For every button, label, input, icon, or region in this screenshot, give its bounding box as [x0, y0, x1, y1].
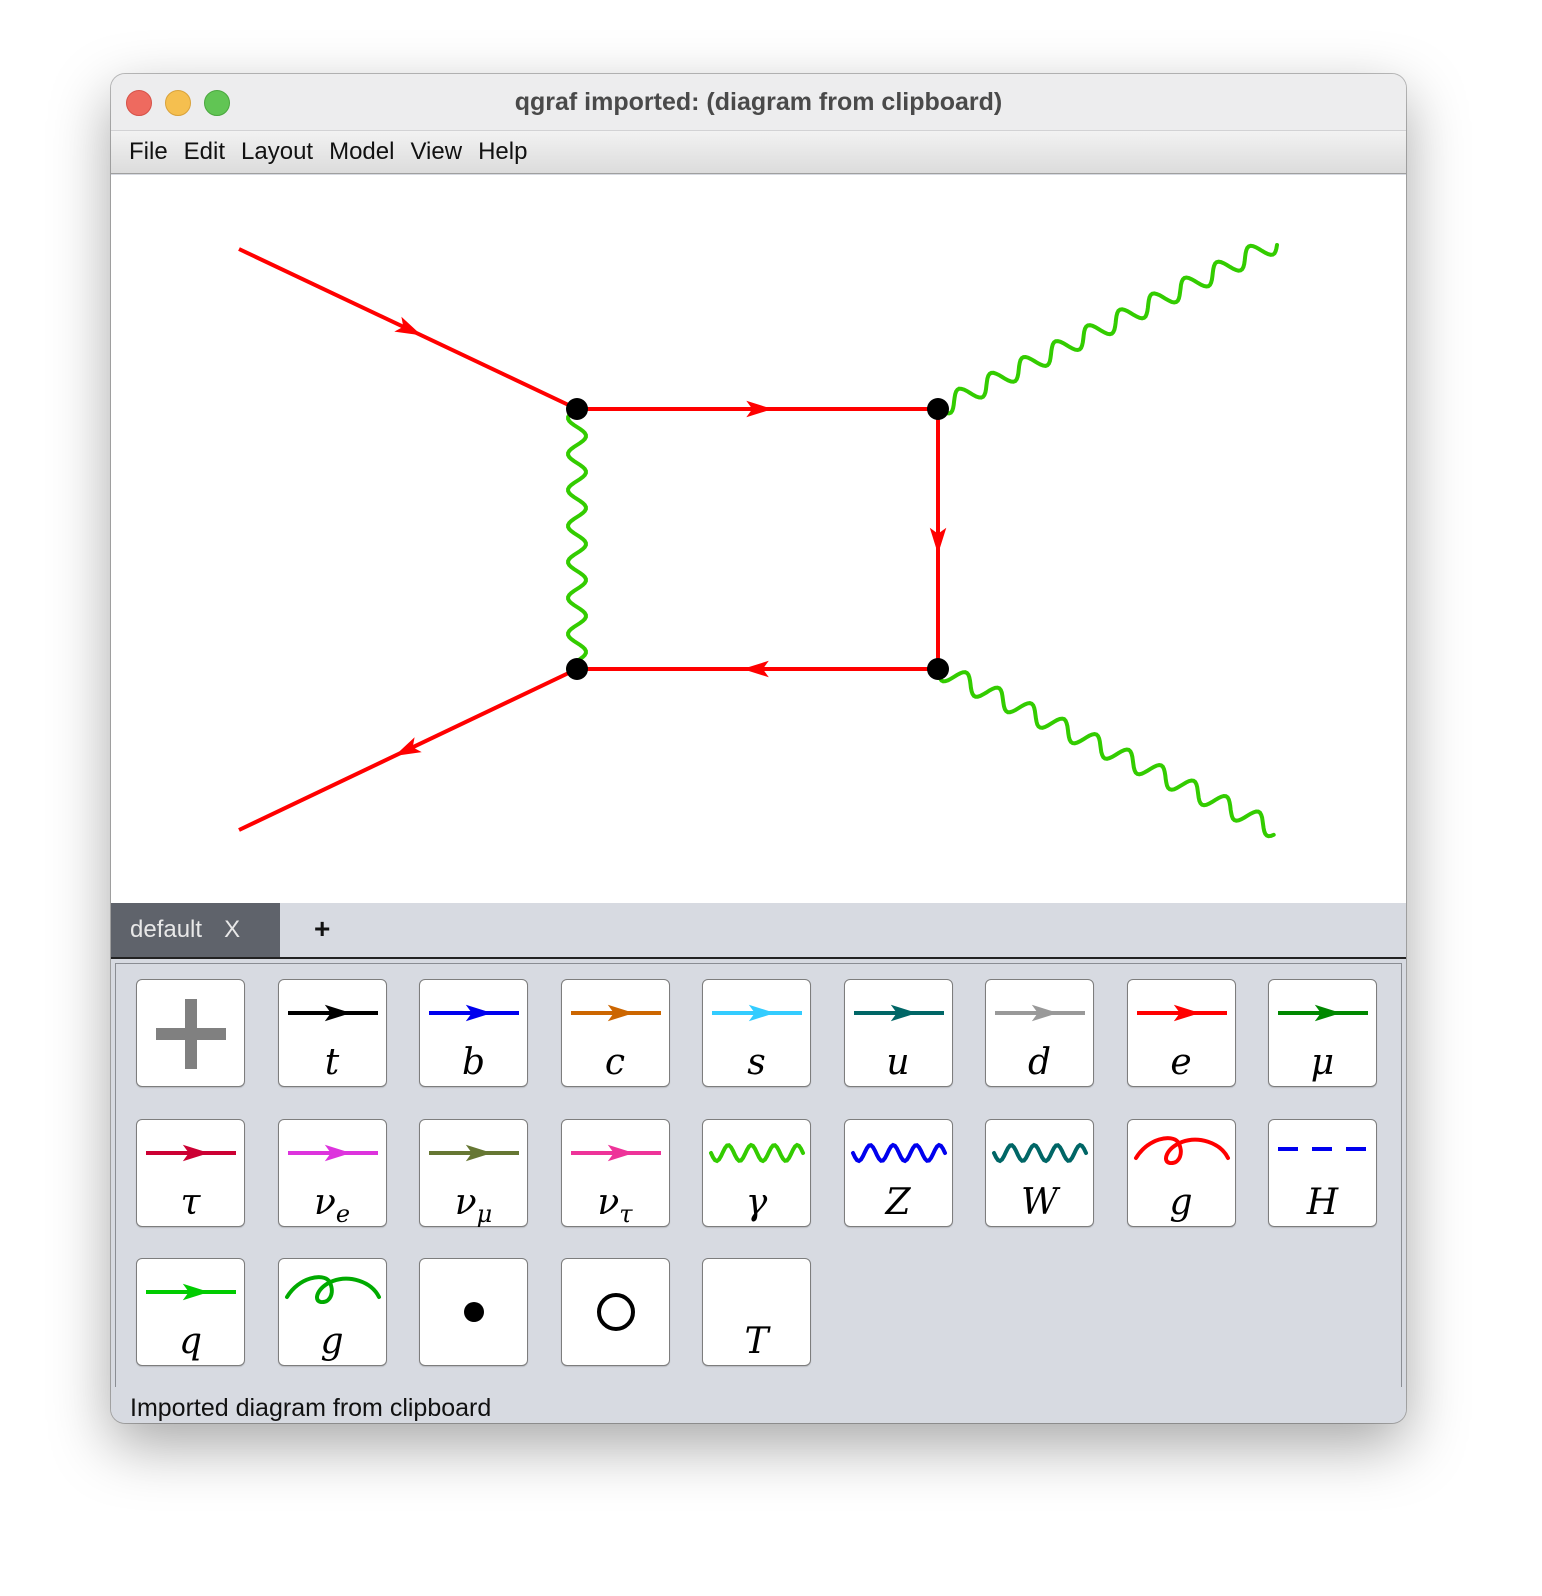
plus-vertical — [185, 999, 197, 1069]
title-bar[interactable]: qgraf imported: (diagram from clipboard) — [111, 74, 1406, 131]
palette-nu_tau-button[interactable]: ντ — [560, 1118, 670, 1228]
palette-gamma-button[interactable]: γ — [702, 1118, 811, 1227]
gluon-stroke — [284, 1275, 381, 1304]
palette-g1-label: g — [1169, 1181, 1193, 1223]
palette-H-label: H — [1306, 1181, 1339, 1223]
palette-Z-button[interactable]: Z — [843, 1118, 953, 1227]
palette-tau-button[interactable]: τ — [136, 1118, 245, 1227]
vertex-2 — [927, 398, 949, 420]
palette-tau-label: τ — [180, 1181, 201, 1223]
palette-c-button[interactable]: c — [560, 979, 670, 1087]
palette-W-label: W — [1020, 1181, 1058, 1223]
wave-stroke — [709, 1142, 805, 1163]
palette-u-button[interactable]: u — [843, 979, 953, 1087]
tab-close-button[interactable]: X — [224, 916, 240, 944]
palette-W-button[interactable]: W — [985, 1118, 1094, 1227]
menu-layout[interactable]: Layout — [241, 138, 313, 166]
palette-t-button[interactable]: t — [277, 979, 387, 1087]
diagram-canvas[interactable] — [111, 175, 1406, 903]
menu-help[interactable]: Help — [478, 138, 527, 166]
palette-b-button[interactable]: b — [419, 979, 528, 1087]
palette-circle-button[interactable] — [560, 1258, 670, 1366]
plus-icon — [156, 999, 226, 1069]
palette-nu_e-label: νe — [313, 1181, 351, 1228]
palette-add-button[interactable] — [136, 979, 245, 1087]
status-bar: Imported diagram from clipboard — [111, 1387, 1406, 1423]
palette-q-label: q — [178, 1321, 203, 1362]
palette-H-button[interactable]: H — [1268, 1118, 1377, 1227]
add-tab-button[interactable]: + — [314, 913, 330, 945]
palette-e-button[interactable]: e — [1126, 979, 1236, 1087]
menu-edit[interactable]: Edit — [184, 138, 225, 166]
app-window: qgraf imported: (diagram from clipboard)… — [111, 74, 1406, 1423]
palette-gamma-label: γ — [745, 1181, 768, 1223]
menu-model[interactable]: Model — [329, 138, 394, 166]
photon-internal — [566, 407, 588, 671]
vertex-3 — [927, 658, 949, 680]
palette-nu_mu-button[interactable]: νμ — [419, 1118, 528, 1228]
menu-view[interactable]: View — [410, 138, 462, 166]
palette-d-label: d — [1027, 1042, 1052, 1083]
menu-bar: File Edit Layout Model View Help — [111, 131, 1406, 174]
tab-strip: default X + — [111, 903, 1406, 959]
dot-shape — [464, 1302, 484, 1322]
palette-s-label: s — [747, 1042, 766, 1083]
palette-nu_mu-label: νμ — [454, 1181, 493, 1228]
photon-outgoing-top — [936, 243, 1279, 416]
palette-q-button[interactable]: q — [136, 1258, 245, 1366]
palette-e-label: e — [1170, 1042, 1192, 1083]
wave-stroke — [992, 1142, 1088, 1163]
palette-mu-button[interactable]: μ — [1268, 979, 1377, 1087]
feynman-diagram[interactable] — [111, 175, 1406, 903]
palette-vertex-button[interactable] — [419, 1258, 528, 1366]
palette-u-label: u — [886, 1042, 910, 1083]
gluon-stroke — [1133, 1135, 1230, 1165]
window-title: qgraf imported: (diagram from clipboard) — [514, 88, 1003, 116]
palette-b-label: b — [461, 1042, 486, 1083]
circle-shape — [596, 1293, 635, 1331]
palette-g2-label: g — [320, 1321, 344, 1362]
palette-g1-button[interactable]: g — [1126, 1118, 1236, 1227]
palette-T-button[interactable]: T — [702, 1258, 811, 1366]
palette-c-label: c — [604, 1042, 626, 1083]
palette-nu_e-button[interactable]: νe — [277, 1118, 387, 1228]
tab-default[interactable]: default X — [111, 903, 280, 957]
wave-stroke — [850, 1142, 947, 1163]
palette-nu_tau-subscript: τ — [619, 1199, 633, 1228]
photon-outgoing-bottom — [936, 667, 1276, 839]
palette-nu_tau-label: ντ — [597, 1181, 633, 1228]
tab-default-label: default — [130, 916, 203, 943]
vertex-4 — [566, 658, 588, 680]
vertex-1 — [566, 398, 588, 420]
palette-s-button[interactable]: s — [702, 979, 811, 1087]
palette-Z-label: Z — [885, 1181, 911, 1223]
palette-nu_mu-subscript: μ — [476, 1199, 493, 1228]
menu-file[interactable]: File — [129, 138, 168, 166]
palette-T-label: T — [744, 1321, 769, 1362]
open-circle-icon — [596, 1293, 635, 1331]
palette-nu_e-subscript: e — [335, 1199, 351, 1228]
palette-t-label: t — [324, 1042, 340, 1083]
palette-mu-label: μ — [1310, 1042, 1335, 1083]
palette-g2-button[interactable]: g — [277, 1258, 387, 1366]
palette-d-button[interactable]: d — [985, 979, 1094, 1087]
particle-palette: t b c s u d e μ τ νe νμ ντ γ Z Wg Hq g T — [115, 963, 1402, 1388]
filled-dot-icon — [464, 1302, 484, 1322]
